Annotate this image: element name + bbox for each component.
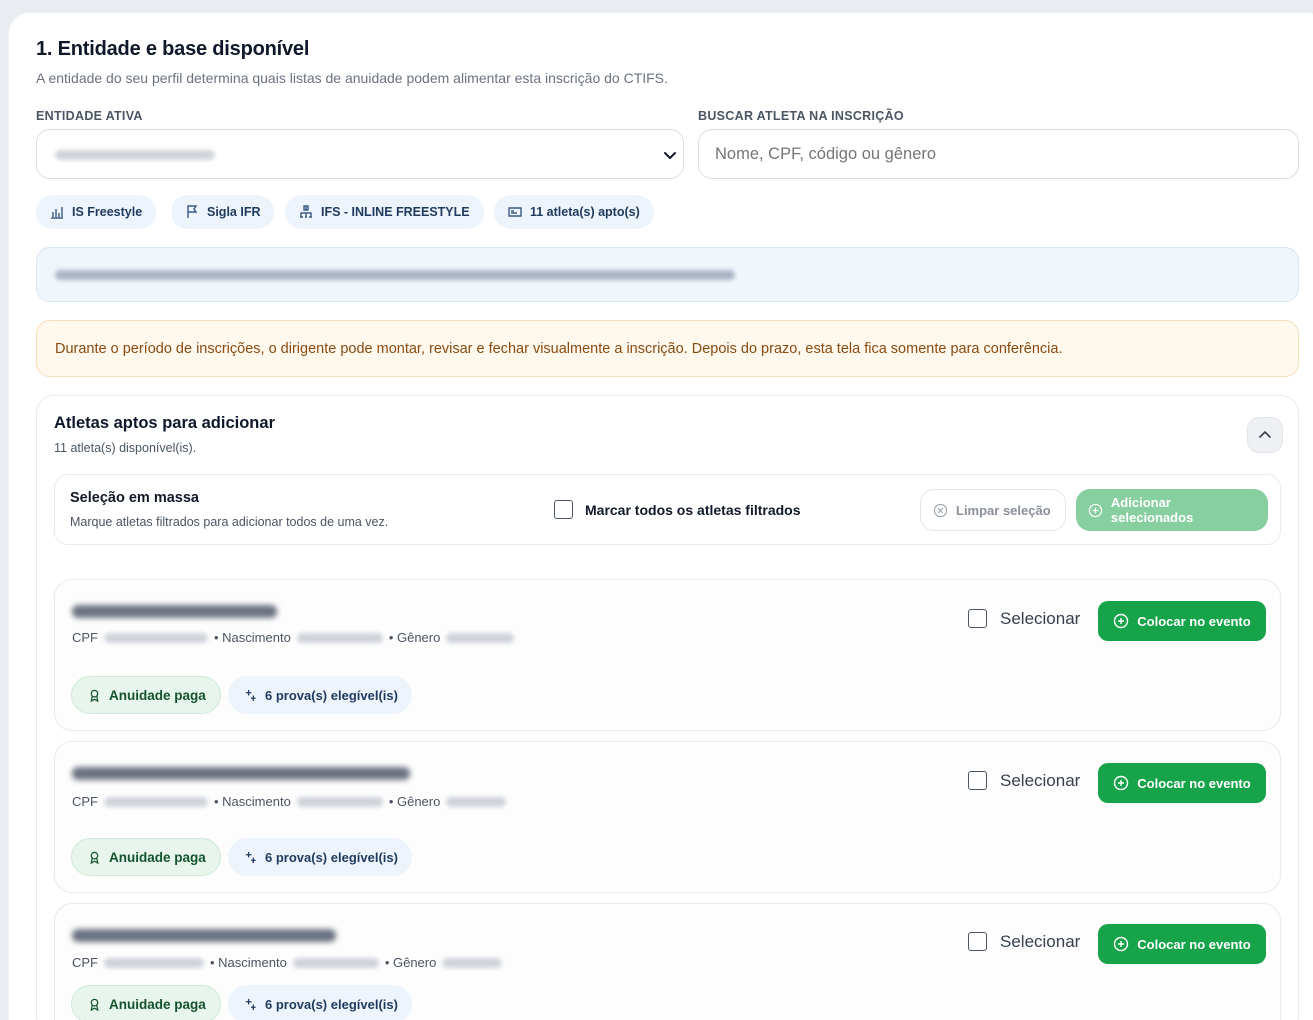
gender-redacted [446, 796, 507, 807]
select-athlete-checkbox[interactable] [968, 771, 987, 790]
athlete-meta: CPF • Nascimento • Gênero [72, 630, 515, 645]
mass-selection-subtitle: Marque atletas filtrados para adicionar … [70, 515, 389, 529]
birth-label: • Nascimento [214, 794, 291, 809]
select-athlete-label: Selecionar [1000, 932, 1081, 951]
select-athlete-label: Selecionar [1000, 771, 1081, 790]
entity-label: ENTIDADE ATIVA [36, 109, 143, 123]
add-selected-button[interactable]: Adicionar selecionados [1076, 489, 1268, 531]
gender-label: • Gênero [384, 955, 437, 970]
add-selected-label: Adicionar selecionados [1110, 495, 1194, 525]
gender-redacted [442, 957, 503, 968]
warning-notice: Durante o período de inscrições, o dirig… [36, 320, 1299, 377]
athlete-name-redacted [72, 605, 277, 618]
pill-label: Sigla IFR [207, 205, 261, 219]
athlete-name-redacted [72, 767, 410, 780]
gender-redacted [446, 632, 515, 643]
athletes-panel-title: Atletas aptos para adicionar [54, 414, 275, 432]
award-icon [90, 851, 99, 864]
paid-badge-label: Anuidade paga [109, 996, 206, 1012]
pill-label: IFS - INLINE FREESTYLE [321, 205, 470, 219]
entity-value-redacted [55, 150, 215, 160]
gender-label: • Gênero [388, 630, 441, 645]
sparkles-icon [245, 998, 256, 1010]
sparkles-icon [245, 851, 256, 863]
bar-chart-icon [51, 207, 63, 219]
select-all-label: Marcar todos os atletas filtrados [585, 502, 801, 518]
events-badge: 6 prova(s) elegível(is) [228, 838, 412, 876]
pill-acronym: Sigla IFR [171, 195, 275, 229]
add-to-event-button[interactable]: Colocar no evento [1098, 763, 1266, 803]
cpf-label: CPF [72, 794, 98, 809]
mass-selection-title: Seleção em massa [70, 490, 199, 506]
chevron-up-icon [1259, 431, 1271, 438]
award-icon [90, 689, 99, 702]
events-badge-label: 6 prova(s) elegível(is) [265, 849, 398, 865]
id-card-icon [508, 207, 522, 217]
clear-selection-button[interactable]: Limpar seleção [920, 489, 1066, 531]
paid-badge-label: Anuidade paga [109, 849, 206, 865]
award-icon [90, 998, 99, 1011]
add-to-event-label: Colocar no evento [1137, 775, 1251, 791]
cpf-label: CPF [72, 955, 98, 970]
add-to-event-button[interactable]: Colocar no evento [1098, 601, 1266, 641]
paid-badge: Anuidade paga [71, 985, 221, 1020]
pill-athletes-count: 11 atleta(s) apto(s) [494, 195, 654, 229]
plus-circle-icon [1114, 775, 1129, 791]
plus-circle-icon [1114, 936, 1129, 952]
select-all-checkbox[interactable] [554, 500, 573, 519]
events-badge-label: 6 prova(s) elegível(is) [265, 687, 398, 703]
athlete-meta: CPF • Nascimento • Gênero [72, 794, 507, 809]
athlete-meta: CPF • Nascimento • Gênero [72, 955, 503, 970]
birth-redacted [296, 632, 383, 643]
event-banner [36, 247, 1299, 302]
gender-label: • Gênero [388, 794, 441, 809]
event-name-redacted [55, 269, 735, 280]
search-label: BUSCAR ATLETA NA INSCRIÇÃO [698, 109, 904, 123]
paid-badge: Anuidade paga [71, 676, 221, 714]
plus-circle-icon [1088, 503, 1103, 517]
add-to-event-label: Colocar no evento [1137, 613, 1251, 629]
section-title: 1. Entidade e base disponível [36, 38, 310, 60]
select-athlete-checkbox[interactable] [968, 932, 987, 951]
entity-select[interactable] [36, 129, 684, 179]
close-circle-icon [933, 503, 948, 517]
birth-label: • Nascimento [210, 955, 287, 970]
select-athlete-checkbox[interactable] [968, 609, 987, 628]
birth-label: • Nascimento [214, 630, 291, 645]
cpf-redacted [104, 957, 204, 968]
pill-entity-type: IFS - INLINE FREESTYLE [285, 195, 484, 229]
pill-label: 11 atleta(s) apto(s) [530, 205, 640, 219]
paid-badge: Anuidade paga [71, 838, 221, 876]
plus-circle-icon [1114, 613, 1129, 629]
collapse-button[interactable] [1247, 417, 1283, 453]
chevron-down-icon [664, 152, 676, 159]
clear-selection-label: Limpar seleção [956, 502, 1051, 518]
search-input[interactable] [698, 129, 1299, 179]
birth-redacted [296, 796, 383, 807]
events-badge-label: 6 prova(s) elegível(is) [265, 996, 398, 1012]
athletes-count: 11 atleta(s) disponível(is). [54, 441, 197, 455]
athlete-name-redacted [72, 929, 336, 942]
pill-modality: IS Freestyle [36, 195, 157, 229]
sparkles-icon [245, 689, 256, 701]
cpf-redacted [104, 796, 208, 807]
birth-redacted [292, 957, 379, 968]
flag-icon [187, 205, 198, 218]
cpf-redacted [104, 632, 208, 643]
pill-label: IS Freestyle [72, 205, 143, 219]
events-badge: 6 prova(s) elegível(is) [228, 676, 412, 714]
hierarchy-icon [300, 205, 312, 218]
cpf-label: CPF [72, 630, 98, 645]
add-to-event-label: Colocar no evento [1137, 936, 1251, 952]
select-athlete-label: Selecionar [1000, 609, 1081, 628]
paid-badge-label: Anuidade paga [109, 687, 206, 703]
events-badge: 6 prova(s) elegível(is) [228, 985, 412, 1020]
section-subtitle: A entidade do seu perfil determina quais… [36, 70, 668, 86]
add-to-event-button[interactable]: Colocar no evento [1098, 924, 1266, 964]
